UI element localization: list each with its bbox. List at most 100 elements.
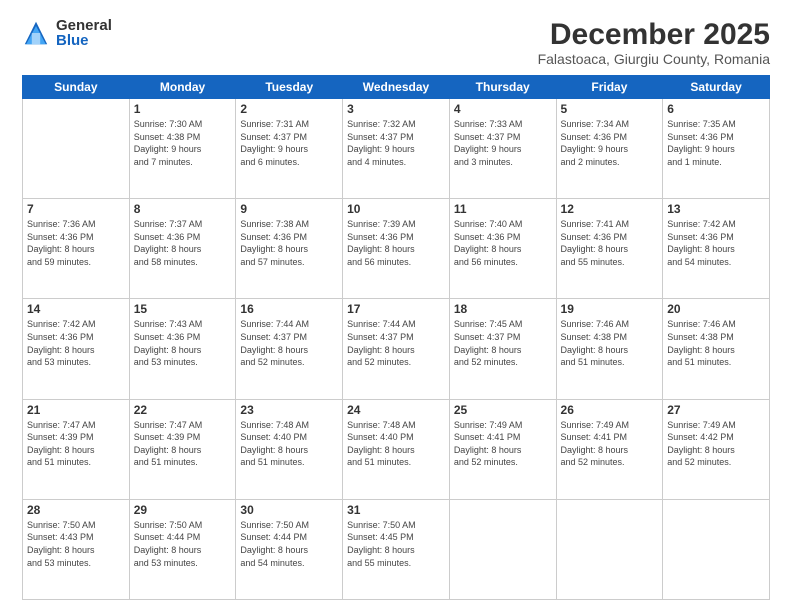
day-number: 5	[561, 102, 659, 116]
cell-info: Sunrise: 7:45 AM Sunset: 4:37 PM Dayligh…	[454, 318, 552, 368]
cell-info: Sunrise: 7:40 AM Sunset: 4:36 PM Dayligh…	[454, 218, 552, 268]
logo-text: General Blue	[56, 18, 112, 48]
calendar-header-row: SundayMondayTuesdayWednesdayThursdayFrid…	[23, 76, 770, 99]
calendar-week-0: 1Sunrise: 7:30 AM Sunset: 4:38 PM Daylig…	[23, 99, 770, 199]
cell-info: Sunrise: 7:31 AM Sunset: 4:37 PM Dayligh…	[240, 118, 338, 168]
day-number: 11	[454, 202, 552, 216]
cell-info: Sunrise: 7:38 AM Sunset: 4:36 PM Dayligh…	[240, 218, 338, 268]
calendar-cell: 1Sunrise: 7:30 AM Sunset: 4:38 PM Daylig…	[129, 99, 236, 199]
calendar-cell: 7Sunrise: 7:36 AM Sunset: 4:36 PM Daylig…	[23, 199, 130, 299]
day-number: 4	[454, 102, 552, 116]
calendar-cell: 3Sunrise: 7:32 AM Sunset: 4:37 PM Daylig…	[343, 99, 450, 199]
calendar-week-1: 7Sunrise: 7:36 AM Sunset: 4:36 PM Daylig…	[23, 199, 770, 299]
cell-info: Sunrise: 7:39 AM Sunset: 4:36 PM Dayligh…	[347, 218, 445, 268]
day-number: 13	[667, 202, 765, 216]
calendar-cell: 26Sunrise: 7:49 AM Sunset: 4:41 PM Dayli…	[556, 399, 663, 499]
calendar-cell	[449, 499, 556, 599]
logo-blue: Blue	[56, 33, 112, 48]
calendar-cell: 5 Sunrise: 7:34 AM Sunset: 4:36 PM Daylig…	[556, 99, 663, 199]
day-number: 18	[454, 302, 552, 316]
cell-info: Sunrise: 7:42 AM Sunset: 4:36 PM Dayligh…	[27, 318, 125, 368]
cell-info: Sunrise: 7:34 AM Sunset: 4:36 PM Dayligh…	[561, 118, 659, 168]
page: General Blue December 2025 Falastoaca, G…	[0, 0, 792, 612]
calendar-cell: 17Sunrise: 7:44 AM Sunset: 4:37 PM Dayli…	[343, 299, 450, 399]
day-number: 22	[134, 403, 232, 417]
cell-info: Sunrise: 7:49 AM Sunset: 4:41 PM Dayligh…	[454, 419, 552, 469]
calendar-cell: 23 Sunrise: 7:48 AM Sunset: 4:40 PM Dayli…	[236, 399, 343, 499]
subtitle: Falastoaca, Giurgiu County, Romania	[538, 51, 770, 67]
calendar-cell: 10 Sunrise: 7:39 AM Sunset: 4:36 PM Dayli…	[343, 199, 450, 299]
day-number: 10	[347, 202, 445, 216]
cell-info: Sunrise: 7:46 AM Sunset: 4:38 PM Dayligh…	[561, 318, 659, 368]
calendar-cell: 15Sunrise: 7:43 AM Sunset: 4:36 PM Dayli…	[129, 299, 236, 399]
day-number: 28	[27, 503, 125, 517]
calendar-cell: 16Sunrise: 7:44 AM Sunset: 4:37 PM Dayli…	[236, 299, 343, 399]
calendar-header-friday: Friday	[556, 76, 663, 99]
logo-icon	[22, 19, 50, 47]
logo: General Blue	[22, 18, 112, 48]
calendar-cell: 2 Sunrise: 7:31 AM Sunset: 4:37 PM Daylig…	[236, 99, 343, 199]
day-number: 9	[240, 202, 338, 216]
day-number: 23	[240, 403, 338, 417]
title-block: December 2025 Falastoaca, Giurgiu County…	[538, 18, 770, 67]
calendar-week-2: 14 Sunrise: 7:42 AM Sunset: 4:36 PM Dayli…	[23, 299, 770, 399]
calendar-cell: 6 Sunrise: 7:35 AM Sunset: 4:36 PM Daylig…	[663, 99, 770, 199]
calendar-cell: 31Sunrise: 7:50 AM Sunset: 4:45 PM Dayli…	[343, 499, 450, 599]
calendar-cell: 27 Sunrise: 7:49 AM Sunset: 4:42 PM Dayli…	[663, 399, 770, 499]
calendar-week-3: 21 Sunrise: 7:47 AM Sunset: 4:39 PM Dayli…	[23, 399, 770, 499]
calendar-cell: 8 Sunrise: 7:37 AM Sunset: 4:36 PM Daylig…	[129, 199, 236, 299]
calendar-header-thursday: Thursday	[449, 76, 556, 99]
cell-info: Sunrise: 7:47 AM Sunset: 4:39 PM Dayligh…	[27, 419, 125, 469]
day-number: 7	[27, 202, 125, 216]
calendar-cell	[663, 499, 770, 599]
calendar-week-4: 28 Sunrise: 7:50 AM Sunset: 4:43 PM Dayli…	[23, 499, 770, 599]
month-title: December 2025	[538, 18, 770, 51]
cell-info: Sunrise: 7:50 AM Sunset: 4:44 PM Dayligh…	[134, 519, 232, 569]
day-number: 27	[667, 403, 765, 417]
day-number: 25	[454, 403, 552, 417]
cell-info: Sunrise: 7:41 AM Sunset: 4:36 PM Dayligh…	[561, 218, 659, 268]
calendar-cell	[23, 99, 130, 199]
calendar-cell: 21 Sunrise: 7:47 AM Sunset: 4:39 PM Dayli…	[23, 399, 130, 499]
cell-info: Sunrise: 7:46 AM Sunset: 4:38 PM Dayligh…	[667, 318, 765, 368]
day-number: 19	[561, 302, 659, 316]
calendar-cell: 30 Sunrise: 7:50 AM Sunset: 4:44 PM Dayli…	[236, 499, 343, 599]
calendar-cell: 28 Sunrise: 7:50 AM Sunset: 4:43 PM Dayli…	[23, 499, 130, 599]
calendar-cell: 25 Sunrise: 7:49 AM Sunset: 4:41 PM Dayli…	[449, 399, 556, 499]
cell-info: Sunrise: 7:32 AM Sunset: 4:37 PM Dayligh…	[347, 118, 445, 168]
calendar-cell: 24Sunrise: 7:48 AM Sunset: 4:40 PM Dayli…	[343, 399, 450, 499]
day-number: 15	[134, 302, 232, 316]
cell-info: Sunrise: 7:47 AM Sunset: 4:39 PM Dayligh…	[134, 419, 232, 469]
day-number: 20	[667, 302, 765, 316]
day-number: 12	[561, 202, 659, 216]
cell-info: Sunrise: 7:48 AM Sunset: 4:40 PM Dayligh…	[240, 419, 338, 469]
cell-info: Sunrise: 7:33 AM Sunset: 4:37 PM Dayligh…	[454, 118, 552, 168]
logo-general: General	[56, 18, 112, 33]
cell-info: Sunrise: 7:49 AM Sunset: 4:42 PM Dayligh…	[667, 419, 765, 469]
day-number: 14	[27, 302, 125, 316]
day-number: 29	[134, 503, 232, 517]
calendar-cell	[556, 499, 663, 599]
day-number: 8	[134, 202, 232, 216]
calendar-header-wednesday: Wednesday	[343, 76, 450, 99]
cell-info: Sunrise: 7:37 AM Sunset: 4:36 PM Dayligh…	[134, 218, 232, 268]
cell-info: Sunrise: 7:48 AM Sunset: 4:40 PM Dayligh…	[347, 419, 445, 469]
cell-info: Sunrise: 7:50 AM Sunset: 4:45 PM Dayligh…	[347, 519, 445, 569]
cell-info: Sunrise: 7:35 AM Sunset: 4:36 PM Dayligh…	[667, 118, 765, 168]
calendar-cell: 9 Sunrise: 7:38 AM Sunset: 4:36 PM Daylig…	[236, 199, 343, 299]
calendar-cell: 29 Sunrise: 7:50 AM Sunset: 4:44 PM Dayli…	[129, 499, 236, 599]
cell-info: Sunrise: 7:30 AM Sunset: 4:38 PM Dayligh…	[134, 118, 232, 168]
cell-info: Sunrise: 7:49 AM Sunset: 4:41 PM Dayligh…	[561, 419, 659, 469]
day-number: 21	[27, 403, 125, 417]
cell-info: Sunrise: 7:50 AM Sunset: 4:44 PM Dayligh…	[240, 519, 338, 569]
day-number: 16	[240, 302, 338, 316]
calendar-cell: 22 Sunrise: 7:47 AM Sunset: 4:39 PM Dayli…	[129, 399, 236, 499]
day-number: 2	[240, 102, 338, 116]
calendar-header-monday: Monday	[129, 76, 236, 99]
calendar-header-saturday: Saturday	[663, 76, 770, 99]
day-number: 6	[667, 102, 765, 116]
day-number: 30	[240, 503, 338, 517]
cell-info: Sunrise: 7:50 AM Sunset: 4:43 PM Dayligh…	[27, 519, 125, 569]
calendar-header-tuesday: Tuesday	[236, 76, 343, 99]
calendar-cell: 12 Sunrise: 7:41 AM Sunset: 4:36 PM Dayli…	[556, 199, 663, 299]
